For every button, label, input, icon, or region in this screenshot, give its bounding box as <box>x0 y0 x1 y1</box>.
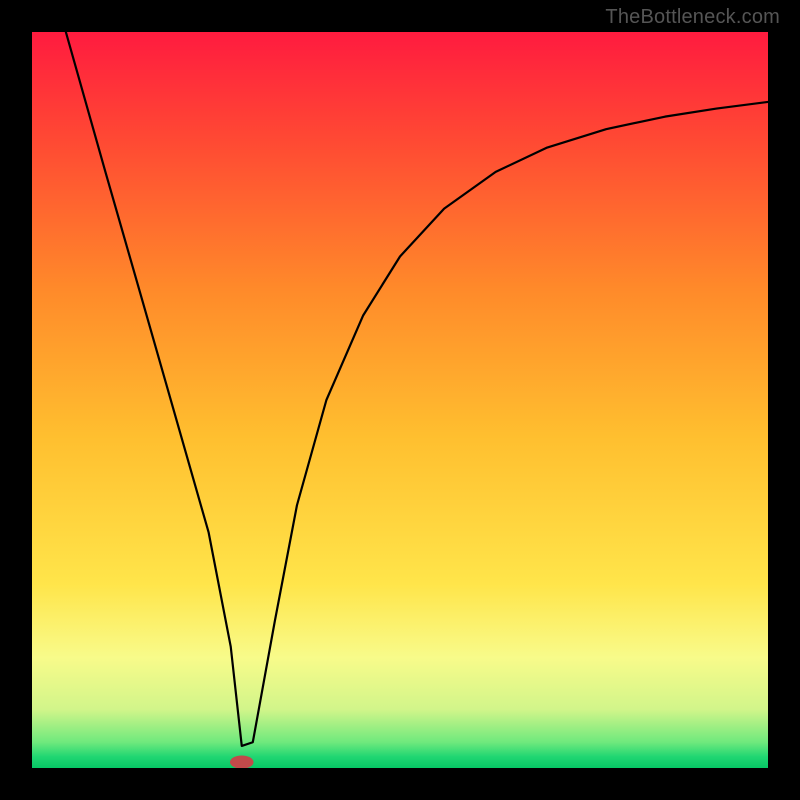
gradient-background <box>32 32 768 768</box>
chart-frame: TheBottleneck.com <box>0 0 800 800</box>
plot-area <box>32 32 768 768</box>
watermark-text: TheBottleneck.com <box>605 6 780 29</box>
chart-canvas <box>32 32 768 768</box>
